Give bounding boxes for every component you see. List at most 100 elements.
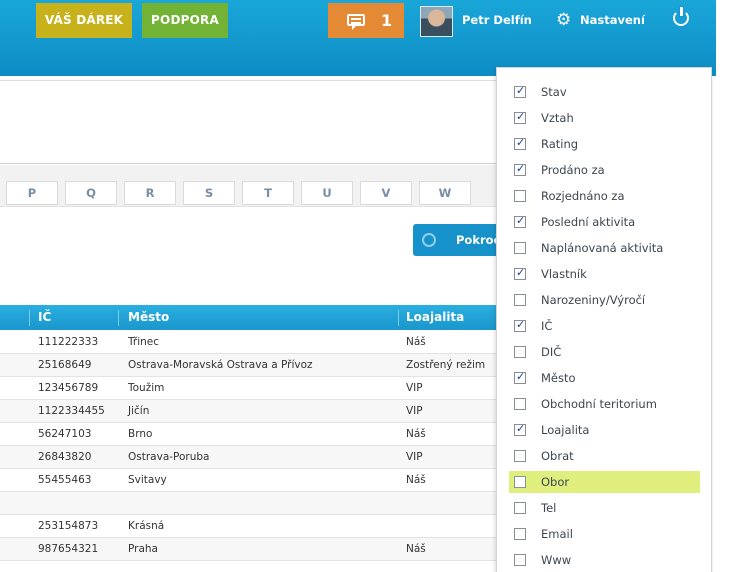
user-name[interactable]: Petr Delfín bbox=[462, 3, 532, 38]
column-option[interactable]: Prodáno za bbox=[509, 159, 700, 181]
column-option[interactable]: Stav bbox=[509, 81, 700, 103]
cell-mesto: Krásná bbox=[128, 520, 165, 532]
checkbox[interactable] bbox=[514, 398, 526, 410]
checkbox-checked[interactable] bbox=[514, 422, 526, 436]
column-option[interactable]: Obchodní teritorium bbox=[509, 393, 700, 415]
checkbox[interactable] bbox=[514, 346, 526, 358]
column-option[interactable]: Vztah bbox=[509, 107, 700, 129]
table-row[interactable]: 253154873 Krásná bbox=[0, 515, 500, 538]
checkbox-checked[interactable] bbox=[514, 266, 526, 280]
page-margin bbox=[716, 0, 750, 572]
column-option[interactable]: DIČ bbox=[509, 341, 700, 363]
table-row[interactable]: 1122334455 Jičín VIP bbox=[0, 400, 500, 423]
column-option[interactable]: Naplánovaná aktivita bbox=[509, 237, 700, 259]
letter-filter-button[interactable]: R bbox=[124, 181, 176, 205]
checkbox[interactable] bbox=[514, 476, 526, 488]
letter-filter-button[interactable]: Q bbox=[65, 181, 117, 205]
table-row[interactable] bbox=[0, 492, 500, 515]
column-option[interactable]: Město bbox=[509, 367, 700, 389]
column-option[interactable]: Email bbox=[509, 523, 700, 545]
gift-button[interactable]: VÁŠ DÁREK bbox=[36, 3, 132, 38]
top-bar: VÁŠ DÁREK PODPORA 1 Petr Delfín ⚙ Nastav… bbox=[0, 0, 716, 76]
column-option[interactable]: Narozeniny/Výročí bbox=[509, 289, 700, 311]
cell-mesto: Brno bbox=[128, 428, 153, 440]
checkbox-checked[interactable] bbox=[514, 214, 526, 228]
column-option-label: Obor bbox=[541, 475, 570, 489]
cell-mesto: Praha bbox=[128, 543, 158, 555]
checkbox[interactable] bbox=[514, 450, 526, 462]
cell-ic: 111222333 bbox=[38, 336, 99, 348]
column-header-loajalita[interactable]: Loajalita bbox=[406, 305, 464, 330]
messages-button[interactable]: 1 bbox=[328, 3, 404, 38]
checkbox[interactable] bbox=[514, 528, 526, 540]
checkbox-checked[interactable] bbox=[514, 370, 526, 384]
gear-icon[interactable]: ⚙ bbox=[556, 12, 572, 29]
column-separator bbox=[398, 310, 399, 326]
checkbox[interactable] bbox=[514, 294, 526, 306]
column-option-label: Stav bbox=[541, 85, 567, 99]
table-row[interactable]: 26843820 Ostrava-Poruba VIP bbox=[0, 446, 500, 469]
column-option-label: Www bbox=[541, 553, 572, 567]
checkbox[interactable] bbox=[514, 242, 526, 254]
checkbox-checked[interactable] bbox=[514, 162, 526, 176]
checkbox[interactable] bbox=[514, 502, 526, 514]
letter-filter-button[interactable]: W bbox=[419, 181, 471, 205]
cell-ic: 1122334455 bbox=[38, 405, 105, 417]
cell-ic: 55455463 bbox=[38, 474, 92, 486]
letter-filter-button[interactable]: S bbox=[183, 181, 235, 205]
column-option[interactable]: Obrat bbox=[509, 445, 700, 467]
power-icon[interactable] bbox=[673, 6, 689, 26]
column-option-label: Poslední aktivita bbox=[541, 215, 636, 229]
message-count: 1 bbox=[381, 11, 393, 30]
cell-mesto: Svitavy bbox=[128, 474, 167, 486]
support-button[interactable]: PODPORA bbox=[142, 3, 228, 38]
column-option-label: Rozjednáno za bbox=[541, 189, 625, 203]
column-option-label: Vlastník bbox=[541, 267, 587, 281]
advanced-search-button[interactable]: Pokročilé bbox=[413, 224, 503, 256]
column-option[interactable]: Rating bbox=[509, 133, 700, 155]
cell-loajalita: Náš bbox=[406, 474, 426, 486]
table-row[interactable]: 111222333 Třinec Náš bbox=[0, 331, 500, 354]
table-row[interactable]: 987654321 Praha Náš bbox=[0, 538, 500, 561]
spinner-icon bbox=[422, 233, 436, 247]
cell-mesto: Jičín bbox=[128, 405, 150, 417]
cell-loajalita: Zostřený režim bbox=[406, 359, 486, 371]
checkbox-checked[interactable] bbox=[514, 110, 526, 124]
cell-mesto: Třinec bbox=[128, 336, 159, 348]
column-option[interactable]: Rozjednáno za bbox=[509, 185, 700, 207]
column-option-label: Obchodní teritorium bbox=[541, 397, 657, 411]
column-option[interactable]: Loajalita bbox=[509, 419, 700, 441]
column-option-label: Narozeniny/Výročí bbox=[541, 293, 646, 307]
table-row[interactable]: 55455463 Svitavy Náš bbox=[0, 469, 500, 492]
settings-link[interactable]: Nastavení bbox=[580, 3, 645, 38]
column-header-mesto[interactable]: Město bbox=[128, 305, 169, 330]
column-option[interactable]: Vlastník bbox=[509, 263, 700, 285]
checkbox[interactable] bbox=[514, 554, 526, 566]
letter-filter-button[interactable]: T bbox=[242, 181, 294, 205]
advanced-search-label: Pokročilé bbox=[456, 233, 501, 247]
column-option-label: Prodáno za bbox=[541, 163, 605, 177]
letter-filter-button[interactable]: V bbox=[360, 181, 412, 205]
letter-filter-button[interactable]: U bbox=[301, 181, 353, 205]
table-row[interactable]: 123456789 Toužim VIP bbox=[0, 377, 500, 400]
table-row[interactable]: 25168649 Ostrava-Moravská Ostrava a Přívo… bbox=[0, 354, 500, 377]
column-option[interactable]: IČ bbox=[509, 315, 700, 337]
cell-ic: 123456789 bbox=[38, 382, 99, 394]
column-option-label: Obrat bbox=[541, 449, 574, 463]
cell-ic: 56247103 bbox=[38, 428, 92, 440]
column-option[interactable]: Poslední aktivita bbox=[509, 211, 700, 233]
cell-loajalita: Náš bbox=[406, 428, 426, 440]
checkbox-checked[interactable] bbox=[514, 318, 526, 332]
table-row[interactable]: 56247103 Brno Náš bbox=[0, 423, 500, 446]
column-header-ic[interactable]: IČ bbox=[38, 305, 51, 330]
checkbox[interactable] bbox=[514, 190, 526, 202]
avatar[interactable] bbox=[420, 6, 453, 37]
column-option[interactable]: Obor bbox=[509, 471, 700, 493]
column-option[interactable]: Www bbox=[509, 549, 700, 571]
cell-loajalita: VIP bbox=[406, 405, 423, 417]
checkbox-checked[interactable] bbox=[514, 136, 526, 150]
letter-filter-button[interactable]: P bbox=[6, 181, 58, 205]
checkbox-checked[interactable] bbox=[514, 84, 526, 98]
cell-mesto: Ostrava-Poruba bbox=[128, 451, 210, 463]
column-option[interactable]: Tel bbox=[509, 497, 700, 519]
